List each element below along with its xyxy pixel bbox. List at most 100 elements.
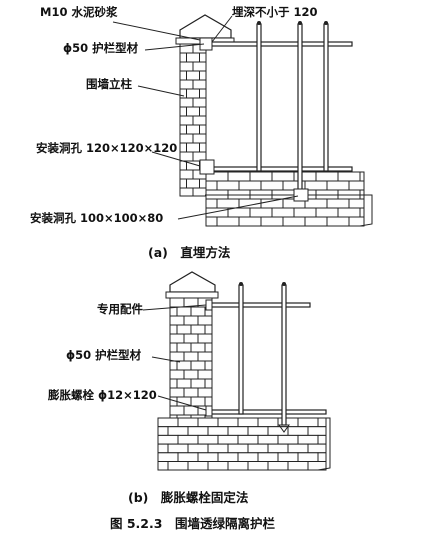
wall-brick-a — [238, 216, 262, 227]
install-hole-lower — [293, 188, 309, 202]
pillar-brick-a — [186, 88, 200, 99]
pillar-brick-b — [169, 369, 185, 380]
pillar-cap-b — [169, 271, 216, 293]
pillar-brick-b — [176, 324, 192, 335]
wall-brick-b — [317, 417, 327, 428]
wall-brick-b — [157, 443, 169, 454]
pillar-brick-a — [186, 142, 200, 153]
label-expansion-bolt: 膨胀螺栓 ϕ12×120 — [47, 388, 157, 402]
pillar-cap-base-b — [165, 291, 219, 299]
wall-brick-b — [277, 452, 299, 462]
wall-brick-a — [249, 171, 273, 182]
wall-brick-a — [326, 198, 350, 209]
pillar-brick-a — [199, 70, 207, 81]
pillar-brick-b — [183, 315, 199, 326]
post-cap-a-2 — [298, 21, 302, 25]
wall-brick-b — [207, 443, 229, 454]
wall-brick-b — [177, 434, 199, 445]
wall-brick-a — [293, 207, 317, 218]
pillar-brick-a — [199, 124, 207, 135]
pillar-brick-b — [176, 360, 192, 371]
wall-brick-b — [157, 417, 179, 428]
wall-brick-a — [304, 216, 328, 227]
diagram-b: 专用配件 ϕ50 护栏型材 膨胀螺栓 ϕ12×120 (b) 膨胀螺栓固定法 — [47, 271, 331, 505]
wall-brick-a — [216, 198, 240, 209]
pillar-brick-b — [190, 360, 206, 371]
pillar-brick-a — [199, 52, 207, 63]
wall-brick-a — [348, 216, 365, 227]
pillar-brick-a — [192, 187, 207, 197]
wall-brick-b — [227, 443, 249, 454]
pillar-brick-a — [179, 124, 187, 135]
wall-brick-b — [197, 434, 219, 445]
pillar-brick-b — [169, 378, 178, 389]
wall-brick-b — [177, 452, 199, 462]
wall-brick-a — [227, 207, 251, 218]
pillar-brick-a — [186, 178, 200, 189]
caption-b: (b) 膨胀螺栓固定法 — [128, 490, 249, 505]
wall-brick-b — [247, 461, 269, 471]
wall-brick-b — [217, 417, 239, 428]
wall-brick-b — [247, 426, 269, 436]
pillar-brick-b — [197, 369, 213, 380]
diagram-a: M10 水泥砂浆 埋深不小于 120 ϕ50 护栏型材 围墙立柱 安装洞孔 12… — [30, 5, 373, 260]
pillar-brick-a — [179, 115, 194, 126]
wall-brick-a — [227, 171, 251, 182]
pillar-brick-b — [204, 360, 213, 371]
pillar-brick-b — [204, 396, 213, 407]
label-embed-depth: 埋深不小于 120 — [232, 5, 318, 19]
pillar-brick-b — [183, 351, 199, 362]
label-hole-lower: 安装洞孔 100×100×80 — [30, 211, 163, 225]
wall-brick-b — [207, 426, 229, 436]
label-fitting: 专用配件 — [97, 302, 143, 316]
fence-post-a-1 — [256, 23, 262, 172]
install-hole-upper — [199, 159, 215, 175]
pillar-brick-a — [192, 133, 207, 144]
pillar-brick-b — [197, 351, 213, 362]
pillar-brick-a — [192, 79, 207, 90]
wall-brick-a — [205, 216, 218, 227]
wall-brick-b — [187, 461, 209, 471]
pillar-brick-b — [176, 378, 192, 389]
wall-brick-b — [227, 426, 249, 436]
pillar-brick-a — [199, 88, 207, 99]
wall-brick-a — [238, 180, 262, 191]
post-cap-a-1 — [257, 21, 261, 25]
pillar-brick-b — [169, 315, 185, 326]
pillar-brick-a — [199, 142, 207, 153]
wall-brick-a — [315, 171, 339, 182]
wall-brick-b — [257, 434, 279, 445]
wall-brick-b — [277, 434, 299, 445]
wall-brick-b — [217, 434, 239, 445]
wall-brick-b — [287, 426, 309, 436]
pillar-brick-a — [199, 178, 207, 189]
wall-brick-b — [317, 452, 327, 462]
pillar-brick-b — [190, 342, 206, 353]
post-cap-a-3 — [324, 21, 328, 25]
fence-post-a-2 — [297, 23, 303, 197]
pillar-brick-b — [197, 333, 213, 344]
pillar-brick-a — [179, 88, 187, 99]
pillar-brick-a — [179, 160, 187, 171]
pillar-brick-a — [179, 169, 194, 180]
wall-brick-b — [197, 417, 219, 428]
wall-brick-a — [260, 198, 284, 209]
pillar-brick-b — [169, 387, 185, 398]
pillar-brick-b — [204, 324, 213, 335]
wall-brick-b — [157, 434, 179, 445]
wall-brick-a — [271, 207, 295, 218]
wall-brick-b — [267, 461, 289, 471]
pillar-brick-a — [179, 133, 194, 144]
wall-brick-b — [207, 461, 229, 471]
label-rail-profile-a: ϕ50 护栏型材 — [63, 41, 139, 55]
pillar-brick-a — [179, 61, 194, 72]
wall-brick-b — [257, 452, 279, 462]
leader-wall-column — [137, 85, 185, 97]
base-wall-b — [157, 417, 327, 471]
pillar-brick-a — [192, 97, 207, 108]
pillar-brick-b — [190, 306, 206, 317]
pillar-brick-a — [179, 187, 194, 197]
wall-brick-b — [187, 443, 209, 454]
pillar-brick-a — [192, 115, 207, 126]
label-mortar: M10 水泥砂浆 — [40, 5, 118, 19]
